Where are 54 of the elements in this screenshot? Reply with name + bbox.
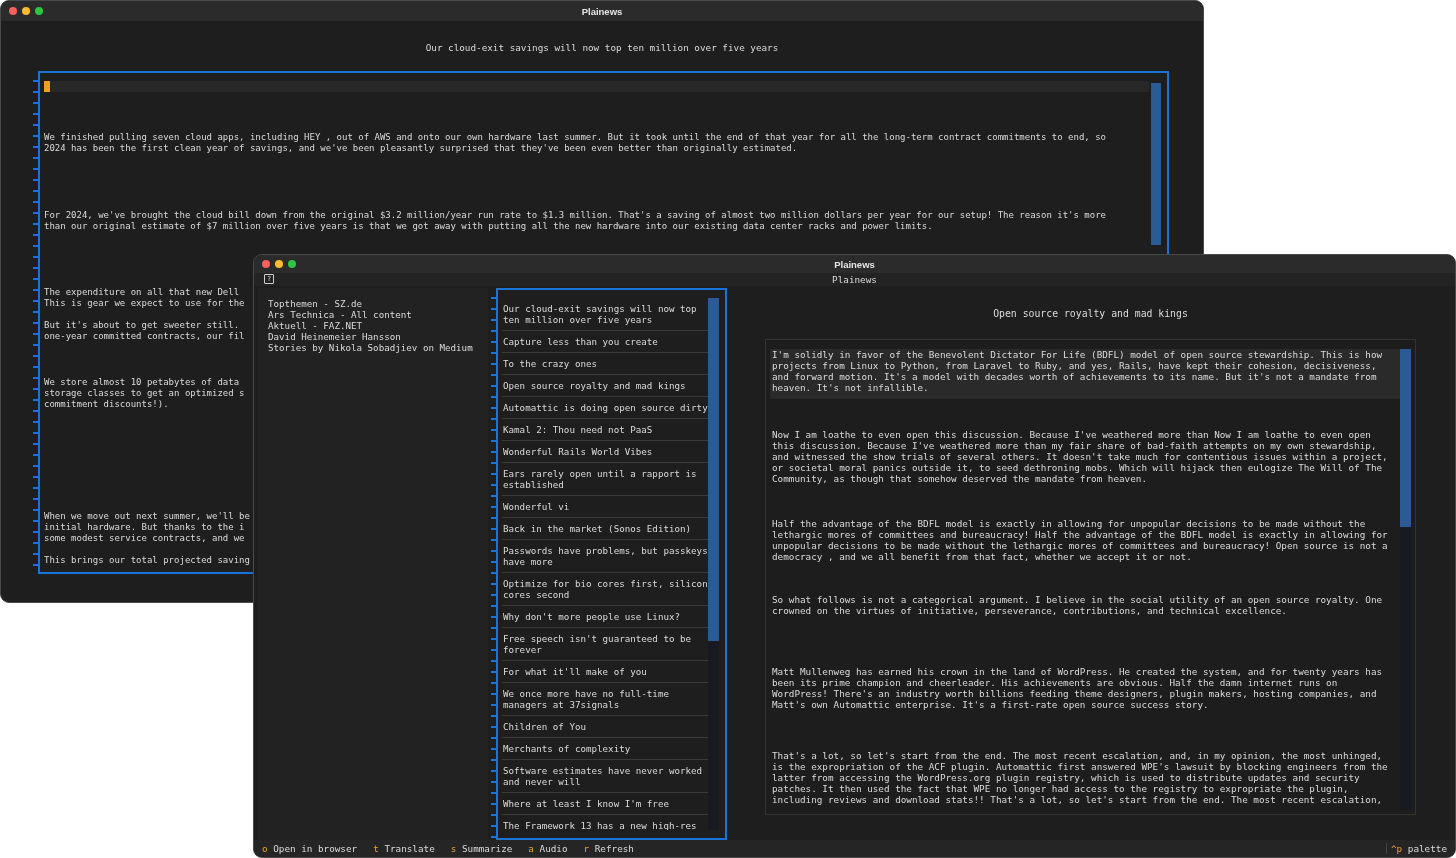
palette-hint[interactable]: ^p palette — [1386, 843, 1447, 854]
article-item[interactable]: Kamal 2: Thou need not PaaS — [502, 419, 708, 441]
article-paragraph: This brings our total projected saving — [44, 555, 250, 566]
feed-item[interactable]: Ars Technica - All content — [268, 309, 488, 320]
article-item[interactable]: Wonderful Rails World Vibes — [502, 441, 708, 463]
article-item[interactable]: Automattic is doing open source dirty — [502, 397, 708, 419]
scrollbar[interactable] — [1400, 349, 1411, 810]
close-button[interactable] — [9, 7, 17, 15]
article-paragraph: That's a lot, so let's start from the end. The most recent escalation, and, in my opinion, the most unhinged, is the expropriation of the ACF plugin. Automattic first answered WPE's lawsuit by blocking engineers from the latter from accessing the WordPress.org plugin registry, which is used to distribute updates and security patches. It then used the fact that WPE no longer had access to the registry to expropriate the plugin, including reviews and download stats!! That's a lot, so let's start from the end. The most recent escalation, — [771, 750, 1389, 805]
shortcut-hint[interactable]: s Summarize — [450, 843, 513, 854]
scroll-thumb[interactable] — [1151, 83, 1161, 245]
article-paragraph: I'm solidly in favor of the Benevolent Dictator For Life (BDFL) model of open source stewardship. This is how projects from Linux to Python, from Laravel to Ruby, and yes, Rails, have kept their cohesion, decisiveness, and forward motion. It's a model with decades worth of achievements to its name. But it's not a mandate from heaven. It's not infallible. — [770, 349, 1400, 399]
article-item[interactable]: Merchants of complexity — [502, 738, 708, 760]
article-paragraph: The expenditure on all that new Dell This is gear we expect to use for the — [44, 287, 245, 309]
feed-item[interactable]: Aktuell - FAZ.NET — [268, 320, 488, 331]
zoom-button[interactable] — [288, 260, 296, 268]
minimize-button[interactable] — [22, 7, 30, 15]
feed-item[interactable]: Stories by Nikola Sobadjiev on Medium — [268, 342, 488, 353]
article-item[interactable]: Wonderful vi — [502, 496, 708, 518]
shortcut-hint[interactable]: a Audio — [528, 843, 568, 854]
article-paragraph: Matt Mullenweg has earned his crown in the land of WordPress. He created the system, and for twenty years has been its prime champion and cheerleader. His achievements are obvious. Half the damn internet runs on WordPress! There's an industry worth billions feeding theme designers, plugin makers, hosting companies, and Matt's own Automattic enterprise. It's a first-rate open source success story. — [771, 666, 1384, 710]
article-paragraph: We finished pulling seven cloud apps, including HEY , out of AWS and onto our own hardware last summer. But it took until the end of that year for all the long-term contract commitments to end, so 2024 has been the first clean year of savings, and we've been pleasantly surprised that they've been even better than originally estimated. — [44, 132, 1107, 154]
article-paragraph: Half the advantage of the BDFL model is exactly in allowing for unpopular decisions to be made without the lethargic mores of committees and bureaucracy! Half the advantage of the BDFL model is exactly in allowing for unpopular decisions to be made without the lethargic mores of committees and bureaucracy! Open source is not a democracy , and we all benefit from that fact, whether we accept it or not. — [771, 518, 1389, 562]
article-item[interactable]: Back in the market (Sonos Edition) — [502, 518, 708, 540]
text-cursor — [44, 81, 50, 92]
feed-item[interactable]: Topthemen - SZ.de — [268, 298, 488, 309]
article-item[interactable]: Why don't more people use Linux? — [502, 606, 708, 628]
window-title: Plainews — [834, 258, 875, 270]
window-title: Plainews — [581, 5, 623, 17]
app-header: Plainews — [832, 273, 877, 286]
article-paragraph: When we move out next summer, we'll be initial hardware. But thanks to the i some modest service contracts, and we — [44, 511, 250, 544]
scroll-thumb[interactable] — [708, 298, 719, 641]
article-item[interactable]: Where at least I know I'm free — [502, 793, 708, 815]
article-item[interactable]: Capture less than you create — [502, 331, 708, 353]
article-title: Open source royalty and mad kings — [992, 308, 1189, 320]
article-paragraph: But it's about to get sweeter still. one-year committed contracts, our fil — [44, 320, 245, 342]
article-title: Our cloud-exit savings will now top ten million over five years — [425, 42, 779, 54]
article-item[interactable]: To the crazy ones — [502, 353, 708, 375]
shortcut-hint[interactable]: r Refresh — [583, 843, 634, 854]
close-button[interactable] — [262, 260, 270, 268]
article-paragraph: For 2024, we've brought the cloud bill down from the original $3.2 million/year run rate to $1.3 million. That's a saving of almost two million dollars per year for our setup! The reason it's more than our original estimate of $7 million over five years is that we got away with putting all the new hardware into our existing data center racks and power limits. — [44, 210, 1107, 232]
minimize-button[interactable] — [275, 260, 283, 268]
article-item[interactable]: Open source royalty and mad kings — [502, 375, 708, 397]
article-paragraph: Now I am loathe to even open this discussion. Because I've weathered more than Now I am loathe to even open this discussion. Because I've weathered more than my fair share of bad-faith attempts on my own stewardship, and witnessed the show trials of several others. It doesn't take much for contentious issues within a project, or societal moral panics outside it, to seed dethroning mobs. Which will hijack then eulogize The Will of The Community, as though that somehow deserved the mandate from heaven. — [771, 429, 1389, 484]
article-item[interactable]: For what it'll make of you — [502, 661, 708, 683]
article-item[interactable]: Children of You — [502, 716, 708, 738]
shortcut-hint[interactable]: t Translate — [373, 843, 435, 854]
article-paragraph: So what follows is not a categorical argument. I believe in the social utility of an open source royalty. One crowned on the virtues of initiative, perseverance, contributions, and technical excellence. — [771, 594, 1384, 616]
zoom-button[interactable] — [35, 7, 43, 15]
scrollbar[interactable] — [708, 298, 719, 830]
shortcut-hint[interactable]: o Open in browser — [262, 843, 358, 854]
feed-item[interactable]: David Heinemeier Hansson — [268, 331, 488, 342]
article-paragraph: We store almost 10 petabytes of data storage classes to get an optimized s commitment discounts!). — [44, 377, 245, 410]
scroll-thumb[interactable] — [1400, 349, 1411, 527]
